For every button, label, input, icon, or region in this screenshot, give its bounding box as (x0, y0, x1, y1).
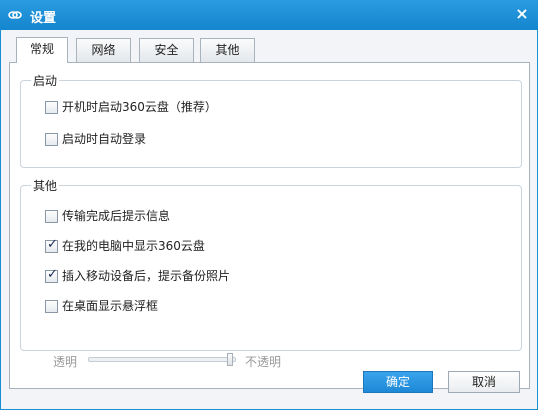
close-button[interactable]: × (514, 6, 530, 22)
opacity-slider-track[interactable] (88, 357, 236, 362)
option-label: 在桌面显示悬浮框 (62, 299, 159, 313)
option-label: 插入移动设备后，提示备份照片 (62, 269, 231, 283)
title-bar: 设置 × (0, 0, 538, 30)
tab-general[interactable]: 常规 (16, 37, 68, 63)
checkbox-launch-on-boot[interactable] (45, 101, 58, 114)
other-group-title: 其他 (31, 177, 60, 194)
opacity-min-label: 透明 (53, 355, 78, 369)
window-title: 设置 (30, 11, 57, 26)
opacity-max-label: 不透明 (245, 355, 282, 369)
option-label: 开机时启动360云盘（推荐） (62, 100, 217, 114)
startup-group-title: 启动 (31, 72, 60, 89)
opacity-slider-thumb[interactable] (227, 353, 233, 366)
option-label: 在我的电脑中显示360云盘 (62, 239, 205, 253)
tab-panel-general: 启动 开机时启动360云盘（推荐） 启动时自动登录 其他 传输完成后提示信息 ✓… (9, 62, 530, 389)
360-cloud-logo-icon (8, 11, 22, 19)
startup-group: 启动 开机时启动360云盘（推荐） 启动时自动登录 (20, 72, 522, 168)
checkbox-floating-window[interactable] (45, 300, 58, 313)
checkbox-show-in-my-computer[interactable]: ✓ (45, 237, 58, 253)
checkbox-backup-photos-prompt[interactable]: ✓ (45, 267, 58, 283)
option-label: 传输完成后提示信息 (62, 209, 171, 223)
checkbox-transfer-notify[interactable] (45, 210, 58, 223)
cancel-button[interactable]: 取消 (448, 371, 520, 393)
tab-other[interactable]: 其他 (200, 38, 255, 62)
check-icon: ✓ (47, 237, 58, 252)
checkbox-auto-login[interactable] (45, 133, 58, 146)
other-group: 其他 传输完成后提示信息 ✓ 在我的电脑中显示360云盘 ✓ 插入移动设备后，提… (20, 177, 522, 351)
tab-security[interactable]: 安全 (139, 38, 194, 62)
tab-network[interactable]: 网络 (76, 38, 131, 62)
ok-button[interactable]: 确定 (363, 371, 433, 393)
option-label: 启动时自动登录 (62, 132, 147, 146)
dialog-body: 常规 网络 安全 其他 启动 开机时启动360云盘（推荐） 启动时自动登录 其他… (1, 30, 537, 409)
check-icon: ✓ (47, 267, 58, 282)
